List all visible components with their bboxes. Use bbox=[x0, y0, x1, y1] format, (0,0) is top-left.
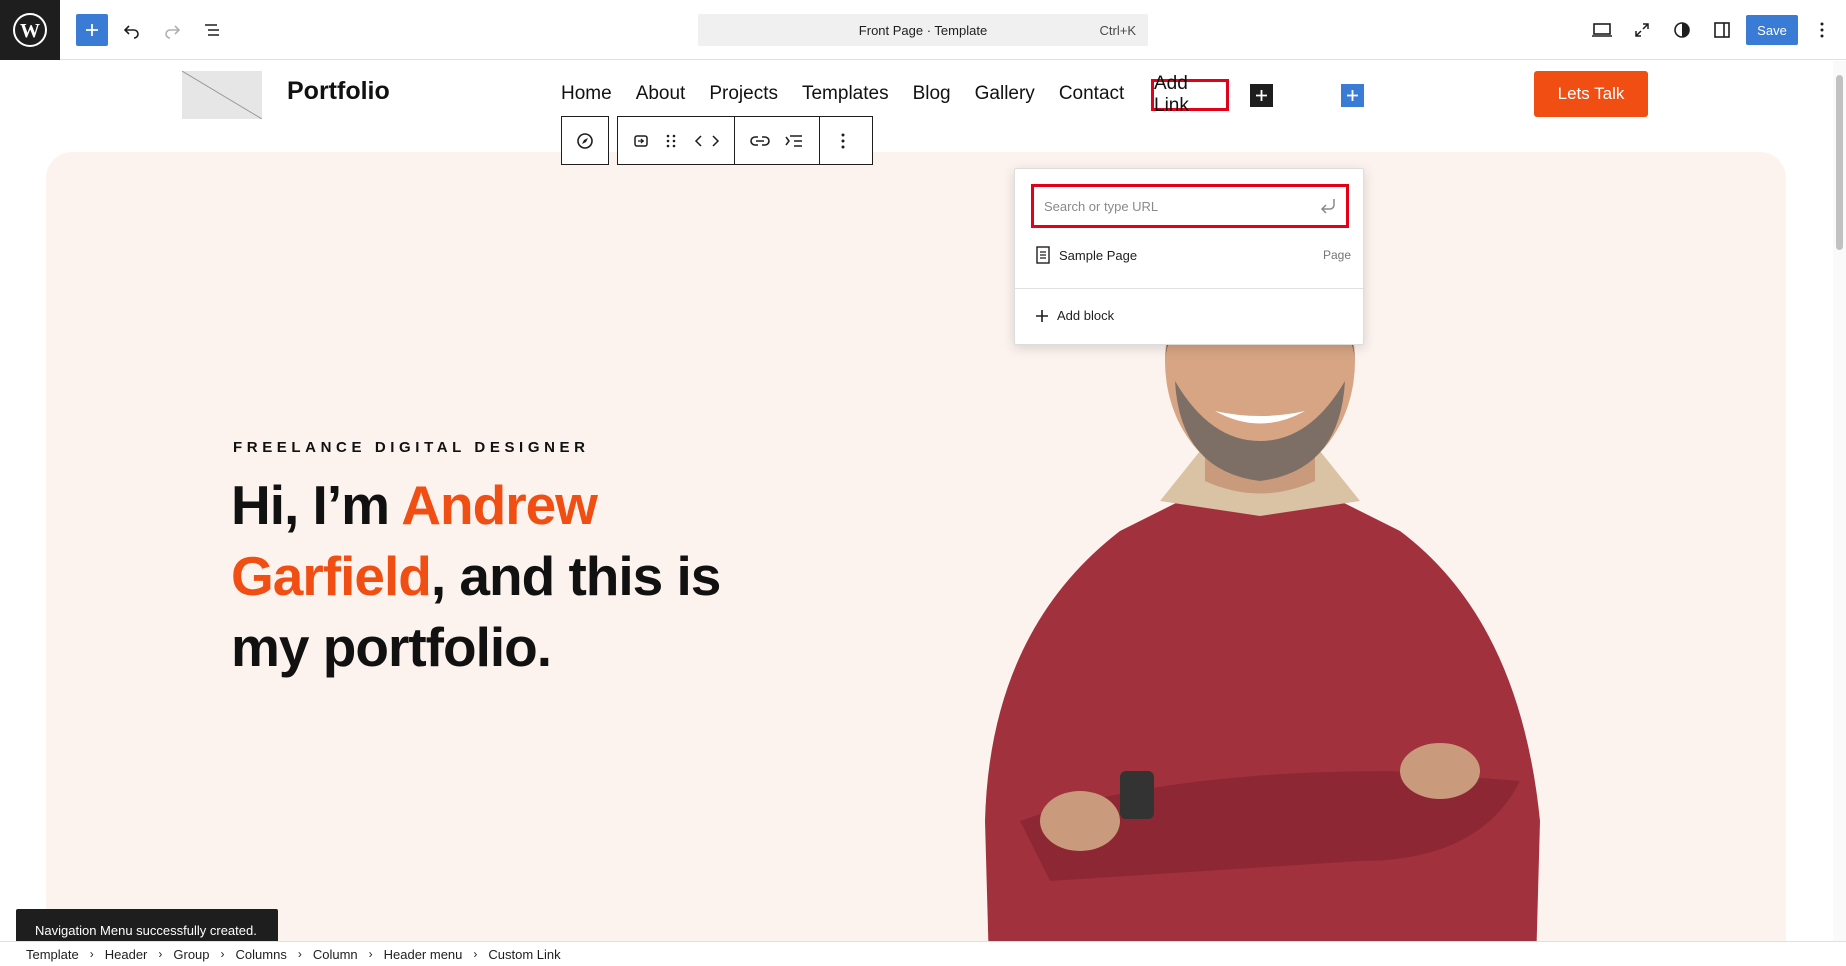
breadcrumb-item[interactable]: Group bbox=[173, 947, 209, 962]
url-search-input[interactable] bbox=[1044, 195, 1304, 217]
block-toolbar bbox=[617, 116, 873, 165]
add-block-button[interactable]: Add block bbox=[1035, 308, 1114, 323]
headline-name-first: Andrew bbox=[401, 474, 598, 536]
desktop-icon bbox=[1592, 23, 1612, 37]
breadcrumb-item[interactable]: Header bbox=[105, 947, 148, 962]
compass-icon bbox=[577, 132, 593, 149]
svg-text:W: W bbox=[20, 20, 40, 42]
breadcrumb-item[interactable]: Template bbox=[26, 947, 79, 962]
command-shortcut: Ctrl+K bbox=[1099, 23, 1136, 38]
site-title[interactable]: Portfolio bbox=[287, 77, 390, 106]
expand-icon bbox=[1635, 23, 1649, 37]
enter-icon[interactable] bbox=[1318, 197, 1338, 215]
nav-add-submenu-button[interactable] bbox=[1250, 84, 1273, 107]
scrollbar-thumb[interactable] bbox=[1836, 75, 1843, 250]
nav-item-gallery[interactable]: Gallery bbox=[975, 83, 1035, 105]
styles-button[interactable] bbox=[1666, 14, 1698, 46]
breadcrumb-item[interactable]: Header menu bbox=[384, 947, 463, 962]
custom-link-icon bbox=[634, 134, 648, 147]
suggestion-type: Page bbox=[1322, 248, 1351, 262]
canvas-scrollbar[interactable] bbox=[1833, 61, 1846, 941]
more-vertical-icon bbox=[841, 133, 845, 148]
suggestion-sample-page[interactable]: Sample Page Page bbox=[1035, 245, 1351, 265]
chevron-right-icon: › bbox=[220, 947, 225, 961]
chevron-right-icon: › bbox=[368, 947, 373, 961]
nav-item-projects[interactable]: Projects bbox=[709, 83, 778, 105]
toolbar-divider bbox=[819, 117, 820, 164]
breadcrumb-item[interactable]: Column bbox=[313, 947, 358, 962]
chevron-left-right-icon bbox=[694, 134, 720, 147]
fullscreen-button[interactable] bbox=[1626, 14, 1658, 46]
headline-post-1: , and this is bbox=[430, 545, 722, 607]
image-placeholder-icon bbox=[182, 71, 262, 119]
redo-button[interactable] bbox=[156, 14, 188, 46]
lets-talk-button[interactable]: Lets Talk bbox=[1534, 71, 1648, 117]
plus-icon bbox=[1036, 309, 1048, 322]
contrast-icon bbox=[1674, 22, 1690, 38]
chevron-right-icon: › bbox=[297, 947, 302, 961]
toolbar-divider bbox=[734, 117, 735, 164]
suggestion-title: Sample Page bbox=[1059, 247, 1138, 263]
custom-link-block-icon[interactable] bbox=[626, 126, 656, 156]
portrait-image[interactable] bbox=[960, 301, 1560, 941]
site-logo-placeholder[interactable] bbox=[182, 71, 262, 119]
undo-button[interactable] bbox=[116, 14, 148, 46]
sidebar-icon bbox=[1714, 22, 1730, 38]
headline-post-2: my portfolio. bbox=[231, 616, 552, 678]
nav-item-templates[interactable]: Templates bbox=[802, 83, 889, 105]
hero-headline[interactable]: Hi, I’m Andrew Garfield, and this is my … bbox=[231, 470, 791, 683]
device-preview-button[interactable] bbox=[1586, 14, 1618, 46]
command-palette-bar[interactable]: Front Page · Template Ctrl+K bbox=[698, 14, 1148, 46]
editor-canvas[interactable]: Portfolio Home About Projects Templates … bbox=[0, 61, 1846, 941]
drag-handle[interactable] bbox=[656, 126, 686, 156]
headline-name-last: Garfield bbox=[231, 545, 432, 607]
link-button[interactable] bbox=[745, 126, 775, 156]
settings-sidebar-button[interactable] bbox=[1706, 14, 1738, 46]
headline-pre: Hi, I’m bbox=[231, 474, 402, 536]
block-inserter-button[interactable] bbox=[76, 14, 108, 46]
drag-handle-icon bbox=[666, 134, 676, 147]
page-icon bbox=[1036, 246, 1050, 264]
nav-add-block-button[interactable] bbox=[1341, 84, 1364, 107]
chevron-right-icon: › bbox=[89, 947, 94, 961]
plus-icon bbox=[1256, 90, 1267, 101]
options-menu-button[interactable] bbox=[1806, 14, 1838, 46]
nav-item-blog[interactable]: Blog bbox=[913, 83, 951, 105]
link-icon bbox=[750, 135, 770, 146]
submenu-icon bbox=[785, 134, 802, 147]
wordpress-logo-icon[interactable]: W bbox=[0, 0, 60, 60]
nav-item-about[interactable]: About bbox=[636, 83, 686, 105]
popover-divider bbox=[1015, 288, 1363, 289]
breadcrumb-item-current[interactable]: Custom Link bbox=[488, 947, 560, 962]
move-left-right-buttons[interactable] bbox=[686, 126, 728, 156]
breadcrumb-item[interactable]: Columns bbox=[236, 947, 287, 962]
add-submenu-button[interactable] bbox=[779, 126, 809, 156]
nav-item-add-link[interactable]: Add Link bbox=[1151, 73, 1229, 116]
link-control-popover: Sample Page Page Add block bbox=[1014, 168, 1364, 345]
undo-icon bbox=[123, 25, 139, 39]
save-button[interactable]: Save bbox=[1746, 15, 1798, 45]
url-search-field[interactable] bbox=[1031, 184, 1349, 228]
nav-item-contact[interactable]: Contact bbox=[1059, 83, 1124, 105]
plus-icon bbox=[86, 24, 98, 36]
plus-icon bbox=[1347, 90, 1358, 101]
editor-top-bar: W Front Page · Template Ctrl+K Save bbox=[0, 0, 1846, 60]
more-vertical-icon bbox=[1820, 22, 1824, 38]
block-toolbar-parent-selector[interactable] bbox=[561, 116, 609, 165]
hero-eyebrow[interactable]: FREELANCE DIGITAL DESIGNER bbox=[233, 439, 590, 456]
navigation-menu: Home About Projects Templates Blog Galle… bbox=[561, 83, 1124, 105]
nav-item-home[interactable]: Home bbox=[561, 83, 612, 105]
block-options-button[interactable] bbox=[828, 126, 858, 156]
redo-icon bbox=[165, 25, 181, 39]
chevron-right-icon: › bbox=[473, 947, 478, 961]
document-title: Front Page · Template bbox=[858, 22, 988, 38]
list-view-icon bbox=[205, 24, 219, 36]
document-overview-button[interactable] bbox=[196, 14, 228, 46]
chevron-right-icon: › bbox=[158, 947, 163, 961]
add-block-label: Add block bbox=[1057, 308, 1115, 323]
block-breadcrumb: Template › Header › Group › Columns › Column… bbox=[0, 941, 1846, 966]
